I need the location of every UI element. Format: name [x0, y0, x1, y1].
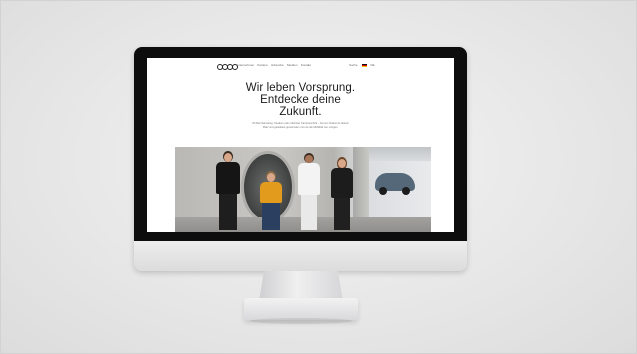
nav-item-studies[interactable]: Studium — [287, 63, 298, 68]
headline-line-2: Entdecke deine — [260, 94, 341, 106]
photo-person-2 — [257, 171, 285, 232]
language-selector[interactable]: DE — [371, 63, 375, 68]
headline-line-1: Wir leben Vorsprung. — [245, 82, 356, 94]
hero-intro-text: Ob Berufseinstieg, Studium oder nächster… — [252, 122, 349, 129]
headline-line-3: Zukunft. — [279, 106, 322, 118]
photo-ceiling — [369, 147, 431, 161]
monitor-screen: Unternehmen Karriere Jobsuche Studium Ko… — [147, 58, 454, 232]
nav-item-contact[interactable]: Kontakt — [301, 63, 311, 68]
hero-headline: Wir leben Vorsprung. Entdecke deine Zuku… — [147, 82, 454, 118]
monitor-stand-neck — [259, 271, 343, 301]
website-top-nav: Unternehmen Karriere Jobsuche Studium Ko… — [147, 58, 454, 74]
photo-person-4 — [328, 157, 356, 232]
photo-person-1 — [211, 151, 245, 232]
photo-person-3 — [295, 153, 323, 232]
main-nav: Unternehmen Karriere Jobsuche Studium Ko… — [236, 63, 311, 68]
language-flag-icon[interactable] — [361, 64, 367, 67]
nav-item-job-search[interactable]: Jobsuche — [271, 63, 284, 68]
utility-nav: Suche DE — [349, 63, 375, 68]
stand-shadow — [250, 318, 352, 324]
monitor-stand-foot — [244, 298, 358, 320]
brand-logo-rings-icon[interactable] — [217, 64, 238, 70]
hero-team-photo — [175, 147, 431, 232]
imac-monitor: Unternehmen Karriere Jobsuche Studium Ko… — [134, 47, 467, 271]
nav-item-career[interactable]: Karriere — [257, 63, 268, 68]
nav-item-company[interactable]: Unternehmen — [236, 63, 254, 68]
search-link[interactable]: Suche — [349, 63, 358, 68]
monitor-bezel: Unternehmen Karriere Jobsuche Studium Ko… — [134, 47, 467, 241]
monitor-chin — [134, 241, 467, 271]
photo-car — [375, 173, 415, 195]
